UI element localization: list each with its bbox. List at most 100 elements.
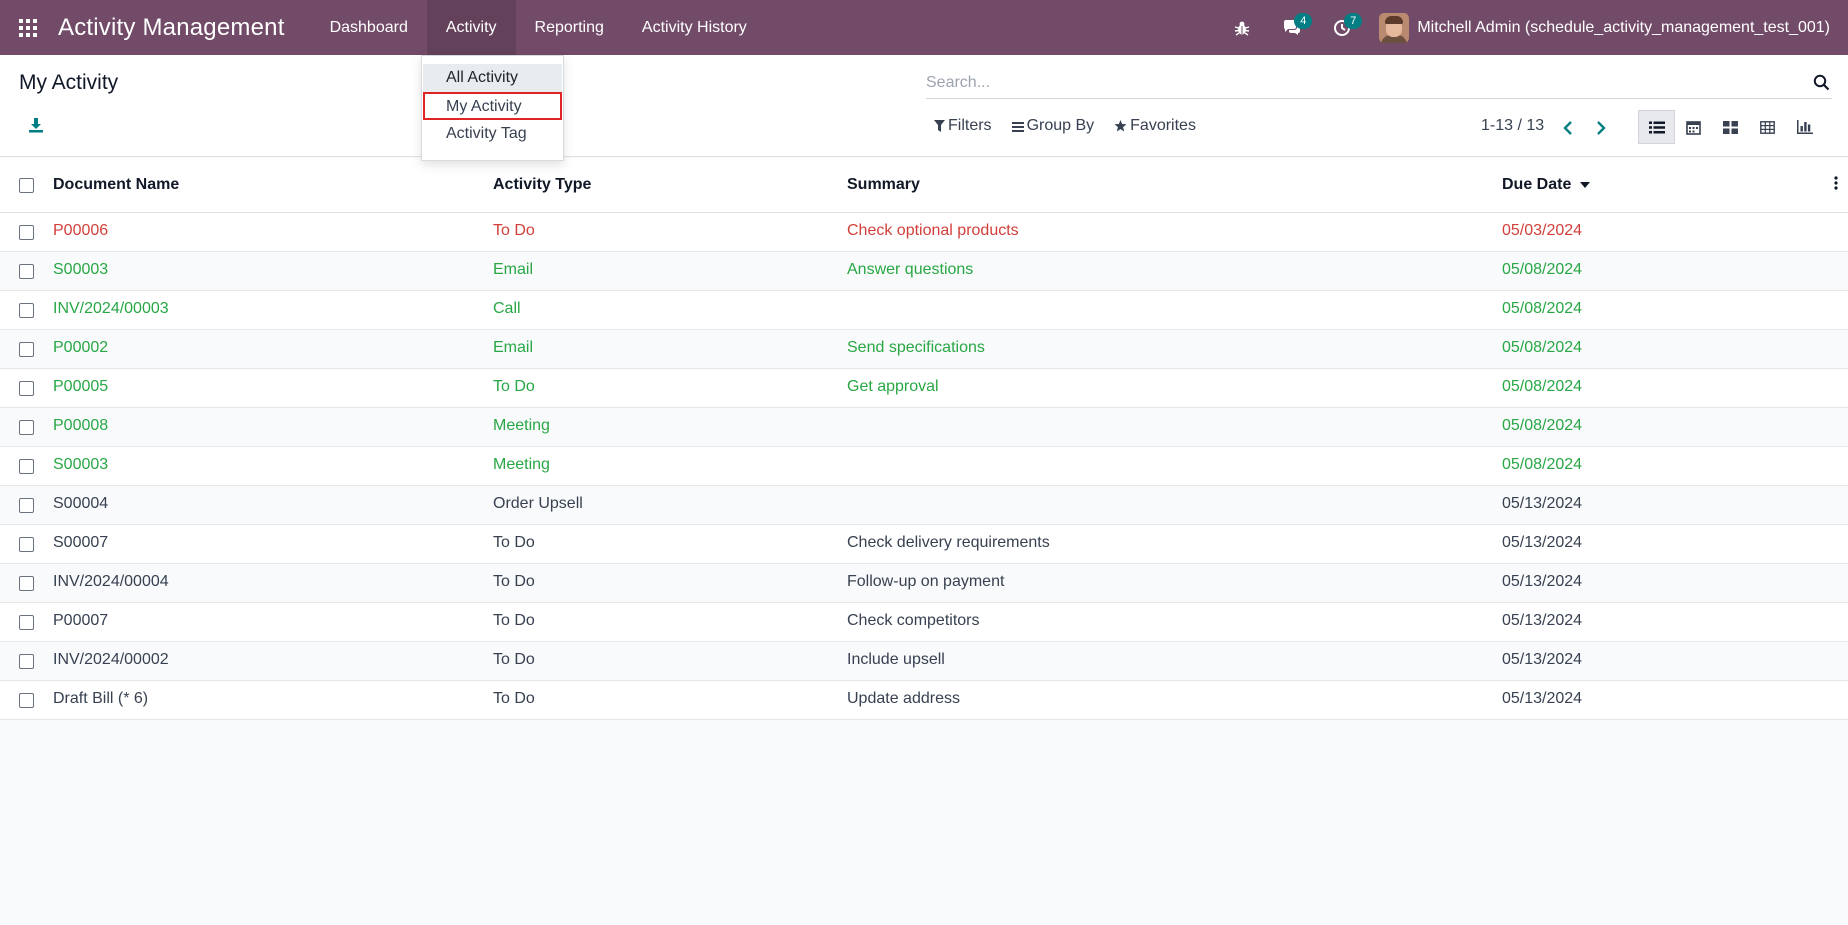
kanban-view-icon[interactable]	[1712, 110, 1749, 144]
graph-view-icon[interactable]	[1786, 110, 1823, 144]
row-checkbox[interactable]	[19, 225, 34, 240]
search-bar	[926, 67, 1832, 99]
pager-previous-icon[interactable]	[1558, 118, 1578, 138]
row-checkbox[interactable]	[19, 693, 34, 708]
row-checkbox[interactable]	[19, 381, 34, 396]
list-view-icon[interactable]	[1638, 110, 1675, 144]
cell-activity-type: To Do	[493, 534, 535, 551]
filters-label: Filters	[948, 117, 992, 134]
cell-summary: Get approval	[847, 378, 939, 395]
menu-dashboard[interactable]: Dashboard	[311, 0, 427, 55]
user-menu[interactable]: Mitchell Admin (schedule_activity_manage…	[1379, 12, 1830, 43]
table-row[interactable]: S00004 Order Upsell 05/13/2024	[0, 486, 1848, 525]
apps-menu-icon[interactable]	[0, 0, 56, 55]
search-icon[interactable]	[1813, 74, 1830, 96]
row-checkbox[interactable]	[19, 342, 34, 357]
star-icon	[1114, 120, 1127, 132]
cell-activity-type: To Do	[493, 690, 535, 707]
view-switcher	[1638, 110, 1823, 144]
table-row[interactable]: S00003 Meeting 05/08/2024	[0, 447, 1848, 486]
cell-due-date: 05/08/2024	[1502, 339, 1583, 356]
table-row[interactable]: P00006 To Do Check optional products 05/03/…	[0, 213, 1848, 252]
column-header-document-name[interactable]: Document Name	[53, 176, 179, 194]
cell-due-date: 05/08/2024	[1502, 261, 1583, 278]
group-by-label: Group By	[1026, 117, 1095, 134]
cell-document-name: P00006	[53, 222, 109, 239]
column-header-summary[interactable]: Summary	[847, 176, 920, 194]
avatar	[1379, 12, 1410, 43]
due-date-label: Due Date	[1502, 176, 1572, 193]
filter-icon	[934, 120, 945, 132]
group-by-button[interactable]: Group By	[1011, 117, 1095, 135]
table-row[interactable]: INV/2024/00004 To Do Follow-up on payment 0…	[0, 564, 1848, 603]
activities-clock-icon[interactable]: 7	[1317, 0, 1367, 55]
table-row[interactable]: Draft Bill (* 6) To Do Update address 05/13…	[0, 681, 1848, 720]
cell-due-date: 05/08/2024	[1502, 456, 1583, 473]
dropdown-item-activity-tag[interactable]: Activity Tag	[423, 120, 562, 148]
table-row[interactable]: S00007 To Do Check delivery requirements 05…	[0, 525, 1848, 564]
cell-summary: Send specifications	[847, 339, 985, 356]
cell-due-date: 05/08/2024	[1502, 417, 1583, 434]
dropdown-item-all-activity[interactable]: All Activity	[423, 64, 562, 92]
cell-document-name: Draft Bill (* 6)	[53, 690, 149, 707]
row-checkbox[interactable]	[19, 498, 34, 513]
row-checkbox[interactable]	[19, 537, 34, 552]
row-checkbox[interactable]	[19, 576, 34, 591]
table-row[interactable]: P00007 To Do Check competitors 05/13/2024	[0, 603, 1848, 642]
table-row[interactable]: S00003 Email Answer questions 05/08/2024	[0, 252, 1848, 291]
cell-activity-type: To Do	[493, 573, 535, 590]
pager-next-icon[interactable]	[1591, 118, 1611, 138]
row-checkbox[interactable]	[19, 654, 34, 669]
cell-summary: Follow-up on payment	[847, 573, 1005, 590]
debug-bug-icon[interactable]	[1217, 0, 1267, 55]
menu-activity[interactable]: Activity	[426, 0, 516, 55]
table-row[interactable]: P00002 Email Send specifications 05/08/2024	[0, 330, 1848, 369]
page-title: My Activity	[19, 71, 119, 94]
navbar-systray: 4 7 Mitchell Admin (schedule_activity_ma…	[1217, 0, 1848, 55]
select-all-checkbox[interactable]	[19, 178, 34, 193]
cell-document-name: INV/2024/00002	[53, 651, 169, 668]
column-header-activity-type[interactable]: Activity Type	[493, 176, 591, 194]
row-checkbox[interactable]	[19, 264, 34, 279]
row-checkbox[interactable]	[19, 303, 34, 318]
table-row[interactable]: P00008 Meeting 05/08/2024	[0, 408, 1848, 447]
favorites-button[interactable]: Favorites	[1114, 117, 1196, 135]
menu-activity-history[interactable]: Activity History	[623, 0, 766, 55]
cell-document-name: P00005	[53, 378, 109, 395]
sort-descending-icon	[1579, 181, 1590, 188]
cell-document-name: S00007	[53, 534, 109, 551]
control-panel: My Activity Filters Group By Favorites	[0, 55, 1848, 157]
cell-activity-type: Meeting	[493, 417, 550, 434]
pivot-view-icon[interactable]	[1749, 110, 1786, 144]
pager-value[interactable]: 1-13 / 13	[1481, 117, 1544, 135]
cell-due-date: 05/13/2024	[1502, 690, 1583, 707]
optional-columns-icon[interactable]	[1834, 176, 1838, 195]
cell-document-name: S00003	[53, 456, 109, 473]
search-options: Filters Group By Favorites	[934, 117, 1216, 135]
menu-reporting[interactable]: Reporting	[516, 0, 623, 55]
cell-activity-type: Call	[493, 300, 521, 317]
table-row[interactable]: INV/2024/00003 Call 05/08/2024	[0, 291, 1848, 330]
row-checkbox[interactable]	[19, 420, 34, 435]
table-header: Document Name Activity Type Summary Due …	[0, 158, 1848, 213]
table-row[interactable]: P00005 To Do Get approval 05/08/2024	[0, 369, 1848, 408]
cell-summary: Include upsell	[847, 651, 945, 668]
filters-button[interactable]: Filters	[934, 117, 992, 135]
download-icon[interactable]	[28, 117, 48, 137]
cell-document-name: INV/2024/00003	[53, 300, 169, 317]
dropdown-item-my-activity[interactable]: My Activity	[423, 92, 562, 120]
cell-activity-type: Order Upsell	[493, 495, 583, 512]
cell-summary: Update address	[847, 690, 960, 707]
column-header-due-date[interactable]: Due Date	[1502, 176, 1590, 194]
messages-chat-icon[interactable]: 4	[1267, 0, 1317, 55]
row-checkbox[interactable]	[19, 615, 34, 630]
cell-activity-type: Email	[493, 261, 534, 278]
cell-summary: Answer questions	[847, 261, 974, 278]
messages-count-badge: 4	[1294, 13, 1313, 29]
search-input[interactable]	[926, 72, 1786, 93]
app-title[interactable]: Activity Management	[58, 14, 285, 42]
table-row[interactable]: INV/2024/00002 To Do Include upsell 05/13/2…	[0, 642, 1848, 681]
cell-activity-type: Email	[493, 339, 534, 356]
calendar-view-icon[interactable]	[1675, 110, 1712, 144]
row-checkbox[interactable]	[19, 459, 34, 474]
